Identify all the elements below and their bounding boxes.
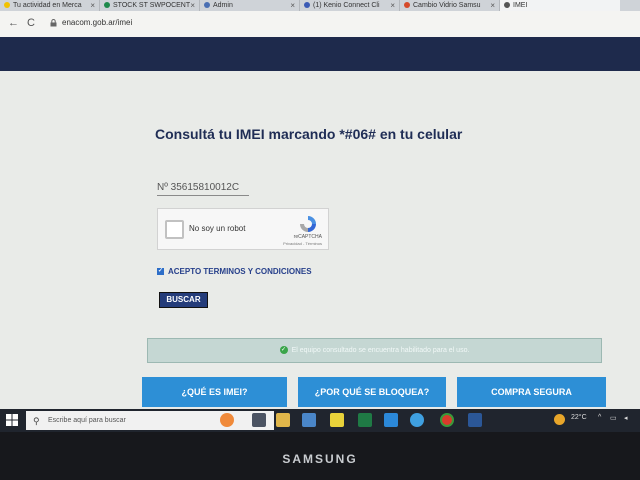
tab-favicon-icon — [4, 2, 10, 9]
browser-tab-active[interactable]: IMEI — [500, 0, 620, 11]
temperature-label: 22°C — [571, 414, 587, 421]
excel-icon[interactable] — [358, 413, 372, 427]
tab-favicon-icon — [404, 2, 410, 9]
terms-label: ACEPTO TERMINOS Y CONDICIONES — [168, 267, 312, 276]
browser-tab[interactable]: Admin × — [200, 0, 300, 11]
windows-start-icon[interactable] — [6, 414, 18, 426]
recaptcha-links[interactable]: Privacidad - Términos — [283, 241, 322, 246]
close-tab-icon[interactable]: × — [90, 0, 95, 11]
recaptcha-widget: No soy un robot reCAPTCHA Privacidad - T… — [157, 208, 329, 250]
tray-chevron-icon[interactable]: ^ — [598, 414, 601, 421]
recaptcha-logo-icon — [300, 216, 316, 232]
imei-input[interactable]: Nº 35615810012C — [157, 182, 249, 196]
safe-purchase-button[interactable]: COMPRA SEGURA — [457, 377, 606, 407]
close-tab-icon[interactable]: × — [390, 0, 395, 11]
result-alert: ✓ El equipo consultado se encuentra habil… — [147, 338, 602, 363]
browser-tab[interactable]: (1) Kenio Connect Cli × — [300, 0, 400, 11]
why-blocked-button[interactable]: ¿POR QUÉ SE BLOQUEA? — [298, 377, 446, 407]
close-tab-icon[interactable]: × — [490, 0, 495, 11]
browser-tab-strip: Tu actividad en Merca × STOCK ST SWPOCENT… — [0, 0, 640, 11]
tab-label: Admin — [213, 2, 233, 9]
taskbar-search-input[interactable]: ⚲ Escribe aquí para buscar — [26, 411, 274, 430]
monitor-screen: Tu actividad en Merca × STOCK ST SWPOCENT… — [0, 0, 640, 432]
notes-app-icon[interactable] — [330, 413, 344, 427]
back-icon[interactable]: ← — [8, 17, 19, 29]
browser-tab[interactable]: STOCK ST SWPOCENT × — [100, 0, 200, 11]
tab-label: STOCK ST SWPOCENT — [113, 2, 191, 9]
tab-favicon-icon — [104, 2, 110, 9]
tab-favicon-icon — [504, 2, 510, 9]
tab-favicon-icon — [304, 2, 310, 9]
tab-favicon-icon — [204, 2, 210, 9]
skype-icon[interactable] — [410, 413, 424, 427]
checkbox-checked-icon[interactable]: ✓ — [157, 268, 164, 276]
file-explorer-icon[interactable] — [276, 413, 290, 427]
taskbar-search-placeholder: Escribe aquí para buscar — [48, 417, 126, 424]
recaptcha-brand: reCAPTCHA — [293, 234, 322, 240]
monitor-brand-logo: SAMSUNG — [282, 452, 358, 466]
search-button[interactable]: BUSCAR — [159, 292, 208, 308]
what-is-imei-button[interactable]: ¿QUÉ ES IMEI? — [142, 377, 287, 407]
search-icon: ⚲ — [33, 416, 40, 426]
tab-label: (1) Kenio Connect Cli — [313, 2, 380, 9]
close-tab-icon[interactable]: × — [190, 0, 195, 11]
recaptcha-checkbox[interactable] — [165, 220, 184, 239]
check-circle-icon: ✓ — [279, 346, 288, 355]
site-header — [0, 37, 640, 71]
app-taskbar-icon[interactable] — [302, 413, 316, 427]
reload-icon[interactable]: C — [27, 17, 35, 29]
word-icon[interactable] — [468, 413, 482, 427]
app-taskbar-icon[interactable] — [384, 413, 398, 427]
recaptcha-label: No soy un robot — [189, 224, 246, 233]
result-message: El equipo consultado se encuentra habili… — [291, 347, 470, 354]
tab-label: Tu actividad en Merca — [13, 2, 82, 9]
url-field[interactable]: enacom.gob.ar/imei — [62, 18, 132, 27]
windows-taskbar: ⚲ Escribe aquí para buscar 22°C ^ ▭ ◂ — [0, 409, 640, 432]
browser-tab[interactable]: Tu actividad en Merca × — [0, 0, 100, 11]
terms-checkbox-row[interactable]: ✓ ACEPTO TERMINOS Y CONDICIONES — [157, 267, 312, 276]
task-view-icon[interactable] — [252, 413, 266, 427]
network-icon[interactable]: ▭ — [610, 414, 617, 422]
volume-icon[interactable]: ◂ — [624, 414, 628, 422]
chrome-icon[interactable] — [440, 413, 454, 427]
tab-label: Cambio Vidrio Samsu — [413, 2, 481, 9]
browser-address-bar: ← C enacom.gob.ar/imei — [0, 11, 640, 38]
browser-tab[interactable]: Cambio Vidrio Samsu × — [400, 0, 500, 11]
lock-icon — [50, 19, 57, 27]
sun-weather-icon — [554, 414, 565, 425]
close-tab-icon[interactable]: × — [290, 0, 295, 11]
cortana-icon[interactable] — [218, 413, 232, 427]
page-title: Consultá tu IMEI marcando *#06# en tu ce… — [155, 126, 463, 142]
tab-label: IMEI — [513, 2, 528, 9]
